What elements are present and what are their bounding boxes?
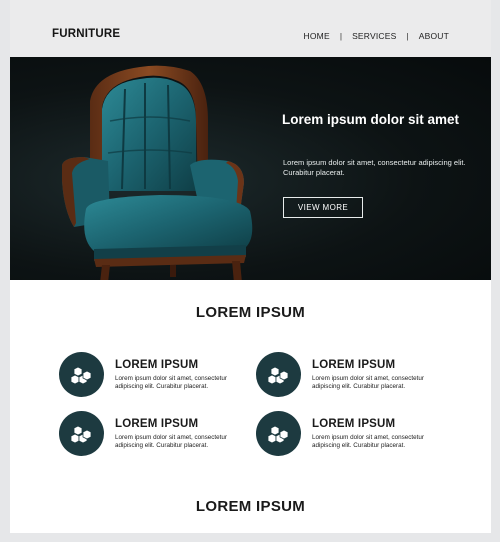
feature-title: LOREM IPSUM: [115, 418, 199, 430]
feature-text: Lorem ipsum dolor sit amet, consectetur …: [312, 375, 424, 390]
feature-title: LOREM IPSUM: [115, 359, 199, 371]
feature-card: LOREM IPSUM Lorem ipsum dolor sit amet, …: [256, 352, 446, 398]
section-title: LOREM IPSUM: [195, 304, 306, 321]
nav-separator: |: [406, 31, 409, 41]
nav-services[interactable]: SERVICES: [352, 31, 396, 41]
section-title-second: LOREM IPSUM: [195, 498, 306, 515]
view-more-button[interactable]: VIEW MORE: [283, 197, 363, 218]
feature-text: Lorem ipsum dolor sit amet, consectetur …: [115, 375, 227, 390]
boxes-icon: [70, 425, 91, 443]
nav-about[interactable]: ABOUT: [419, 31, 449, 41]
feature-card: LOREM IPSUM Lorem ipsum dolor sit amet, …: [59, 352, 249, 398]
boxes-icon: [70, 366, 91, 384]
main-nav: HOME | SERVICES | ABOUT: [304, 31, 449, 41]
hero-description: Lorem ipsum dolor sit amet, consectetur …: [283, 158, 466, 177]
feature-title: LOREM IPSUM: [312, 359, 396, 371]
page-frame: FURNITURE HOME | SERVICES | ABOUT Lorem …: [10, 0, 491, 533]
hero-title: Lorem ipsum dolor sit amet: [282, 112, 460, 127]
feature-text: Lorem ipsum dolor sit amet, consectetur …: [115, 434, 227, 449]
nav-separator: |: [339, 31, 343, 41]
feature-icon-circle: [256, 411, 301, 456]
boxes-icon: [267, 366, 288, 384]
boxes-icon: [267, 425, 288, 443]
site-header: FURNITURE HOME | SERVICES | ABOUT: [10, 0, 491, 57]
hero-banner: Lorem ipsum dolor sit amet Lorem ipsum d…: [10, 57, 491, 280]
feature-icon-circle: [59, 352, 104, 397]
feature-card: LOREM IPSUM Lorem ipsum dolor sit amet, …: [256, 411, 446, 457]
armchair-image: [62, 65, 253, 280]
feature-icon-circle: [256, 352, 301, 397]
feature-title: LOREM IPSUM: [312, 418, 396, 430]
feature-card: LOREM IPSUM Lorem ipsum dolor sit amet, …: [59, 411, 249, 457]
feature-icon-circle: [59, 411, 104, 456]
brand-logo[interactable]: FURNITURE: [52, 28, 120, 40]
feature-text: Lorem ipsum dolor sit amet, consectetur …: [312, 434, 424, 449]
nav-home[interactable]: HOME: [304, 31, 330, 41]
